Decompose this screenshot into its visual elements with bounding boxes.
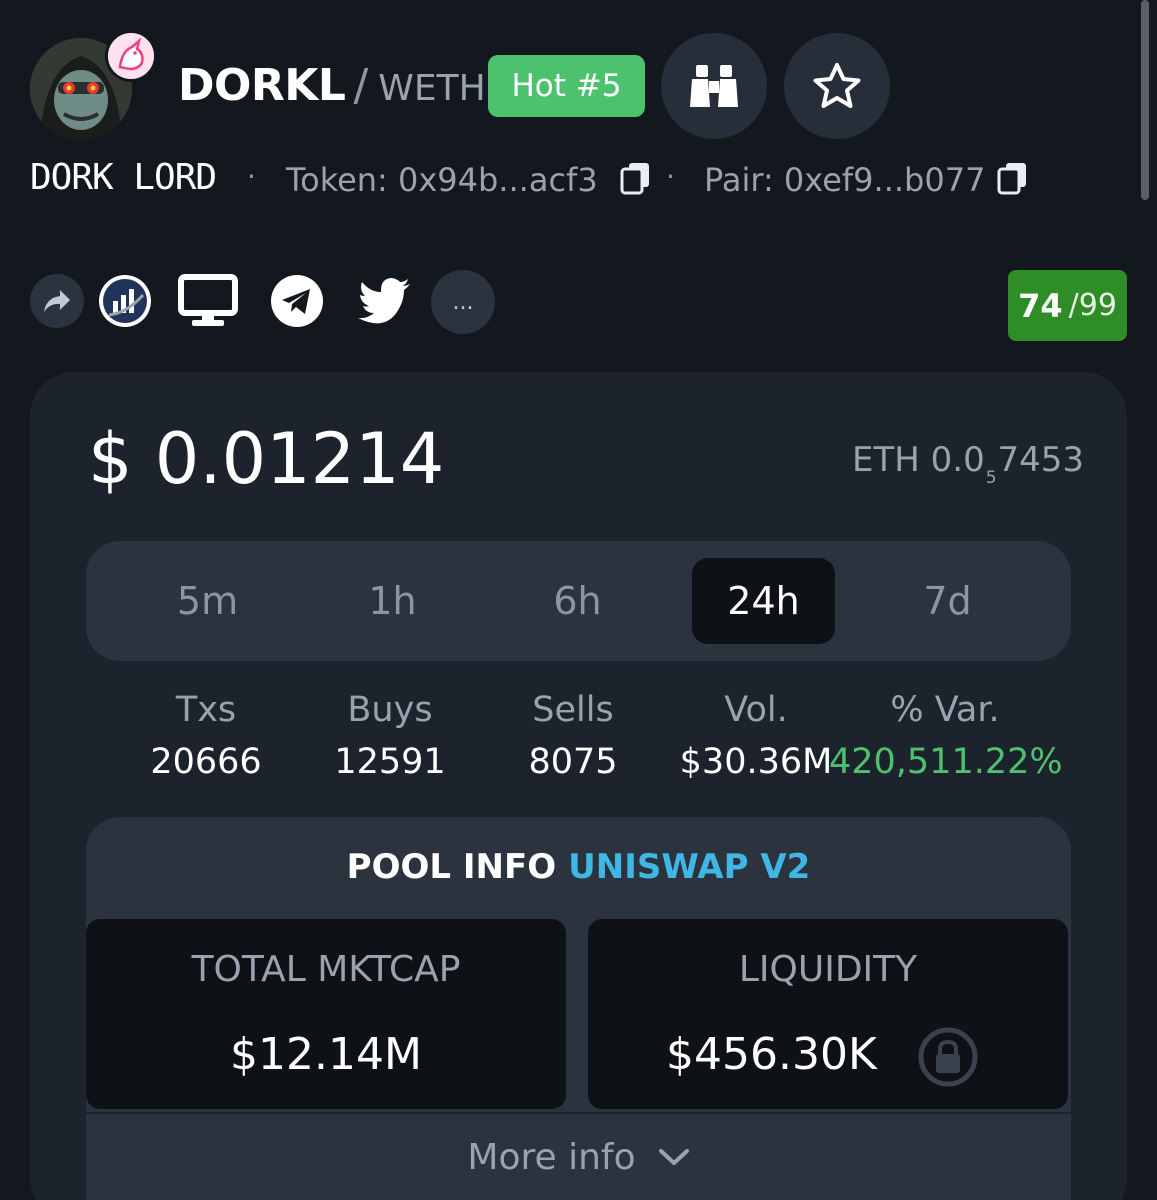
tab-7d[interactable]: 7d — [876, 558, 1019, 644]
pair-separator: / — [353, 60, 369, 111]
pool-dex-link[interactable]: UNISWAP V2 — [568, 847, 810, 887]
website-icon — [178, 274, 238, 326]
more-info-button[interactable]: More info — [86, 1114, 1071, 1200]
stat-label: % Var. — [890, 690, 1000, 730]
binoculars-icon — [690, 65, 738, 107]
share-icon — [44, 290, 70, 312]
price-usd: $ 0.01214 — [88, 418, 445, 500]
stat-value: 12591 — [334, 742, 446, 782]
etherscan-link[interactable] — [97, 270, 153, 332]
twitter-link[interactable] — [358, 270, 412, 332]
price-eth-digits: 7453 — [997, 440, 1085, 480]
stat-sells: Sells 8075 — [478, 690, 668, 782]
price-eth-zero-count: 5 — [985, 468, 997, 488]
stat-txs: Txs 20666 — [111, 690, 301, 782]
share-button[interactable] — [30, 270, 84, 332]
stat-value: 420,511.22% — [829, 742, 1063, 782]
price-eth: ETH 0.057453 — [852, 440, 1084, 488]
stat-label: Sells — [532, 690, 614, 730]
quote-symbol: WETH — [378, 68, 486, 109]
chevron-down-icon — [658, 1149, 689, 1165]
tab-1h[interactable]: 1h — [321, 558, 464, 644]
timeframe-tabs: 5m 1h 6h 24h 7d — [86, 541, 1071, 661]
stat-variation: % Var. 420,511.22% — [829, 690, 1063, 782]
score-value: 74 — [1018, 286, 1063, 325]
hot-rank-badge[interactable]: Hot #5 — [488, 55, 645, 117]
stat-label: Txs — [175, 690, 237, 730]
pair-address[interactable]: Pair: 0xef9...b077 — [704, 161, 985, 199]
etherscan-icon — [99, 275, 151, 327]
mktcap-value: $12.14M — [230, 1029, 422, 1080]
pair-title: DORKL / WETH — [178, 60, 486, 111]
stat-value: $30.36M — [679, 742, 833, 782]
meta-dot: · — [247, 160, 256, 193]
pool-info-header: POOL INFO UNISWAP V2 — [86, 817, 1071, 917]
more-info-label: More info — [467, 1136, 636, 1178]
star-icon — [813, 63, 861, 108]
uniswap-unicorn-icon — [105, 30, 157, 82]
page-scrollbar[interactable] — [1141, 0, 1149, 200]
meta-dot: · — [666, 160, 675, 193]
liquidity-value: $456.30K — [666, 1029, 877, 1080]
total-mktcap-box: TOTAL MKTCAP $12.14M — [86, 919, 566, 1109]
lock-icon[interactable] — [918, 1027, 978, 1087]
telegram-icon — [271, 275, 323, 327]
mktcap-label: TOTAL MKTCAP — [191, 949, 461, 990]
twitter-icon — [358, 278, 410, 324]
token-name: DORK LORD — [30, 157, 217, 198]
tab-6h[interactable]: 6h — [506, 558, 649, 644]
more-socials-button[interactable]: ... — [431, 270, 495, 334]
copy-pair-icon[interactable] — [997, 161, 1029, 195]
tab-5m[interactable]: 5m — [136, 558, 279, 644]
stat-value: 8075 — [528, 742, 618, 782]
website-link[interactable] — [178, 270, 238, 332]
pool-info-label: POOL INFO — [346, 847, 557, 887]
copy-token-icon[interactable] — [620, 161, 652, 195]
favorite-button[interactable] — [784, 33, 890, 139]
price-eth-prefix: ETH 0.0 — [852, 440, 985, 480]
tab-24h[interactable]: 24h — [692, 558, 835, 644]
trust-score-badge[interactable]: 74 /99 — [1008, 270, 1127, 341]
token-address[interactable]: Token: 0x94b...acf3 — [286, 161, 598, 199]
stat-label: Buys — [347, 690, 433, 730]
liquidity-label: LIQUIDITY — [738, 949, 918, 990]
score-max: /99 — [1068, 288, 1117, 323]
token-meta-row: DORK LORD · Token: 0x94b...acf3 · Pair: … — [30, 157, 1130, 199]
stat-value: 20666 — [150, 742, 262, 782]
stat-buys: Buys 12591 — [295, 690, 485, 782]
stat-label: Vol. — [724, 690, 788, 730]
base-symbol: DORKL — [178, 60, 346, 111]
telegram-link[interactable] — [270, 270, 324, 332]
liquidity-box: LIQUIDITY $456.30K — [588, 919, 1068, 1109]
stat-volume: Vol. $30.36M — [661, 690, 851, 782]
watch-button[interactable] — [661, 33, 767, 139]
